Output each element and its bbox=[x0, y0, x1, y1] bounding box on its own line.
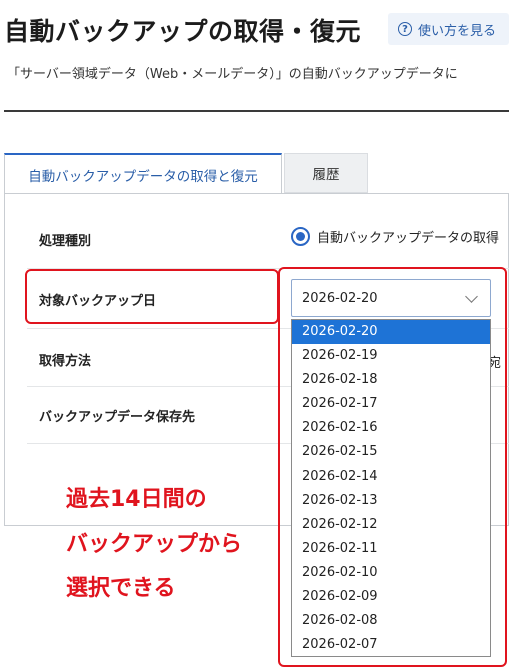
highlight-box-dropdown bbox=[278, 267, 507, 667]
highlight-box-label bbox=[25, 269, 279, 324]
process-type-radio-label: 自動バックアップデータの取得 bbox=[317, 231, 500, 246]
tab-backup-restore[interactable]: 自動バックアップデータの取得と復元 bbox=[4, 153, 282, 194]
process-type-radio[interactable]: 自動バックアップデータの取得 bbox=[291, 227, 499, 246]
page-description: 「サーバー領域データ（Web・メールデータ）」の自動バックアップデータに bbox=[7, 67, 458, 82]
annotation-line: 選択できる bbox=[66, 576, 176, 601]
question-circle-icon: ? bbox=[398, 22, 412, 36]
header-divider bbox=[4, 110, 509, 112]
page-title: 自動バックアップの取得・復元 bbox=[4, 17, 362, 46]
tab-bar: 自動バックアップデータの取得と復元 履歴 bbox=[4, 153, 509, 194]
backup-destination-label: バックアップデータ保存先 bbox=[39, 410, 196, 425]
acquire-method-label: 取得方法 bbox=[39, 354, 92, 369]
annotation-line: バックアップから bbox=[66, 531, 243, 557]
annotation-line: 過去14日間の bbox=[66, 487, 207, 512]
help-button-label: 使い方を見る bbox=[418, 23, 497, 39]
help-button[interactable]: ? 使い方を見る bbox=[388, 13, 509, 45]
tab-history[interactable]: 履歴 bbox=[284, 153, 368, 193]
annotation-text: 過去14日間の バックアップから 選択できる bbox=[66, 478, 242, 612]
radio-button-icon[interactable] bbox=[291, 227, 310, 246]
process-type-label: 処理種別 bbox=[39, 234, 92, 249]
